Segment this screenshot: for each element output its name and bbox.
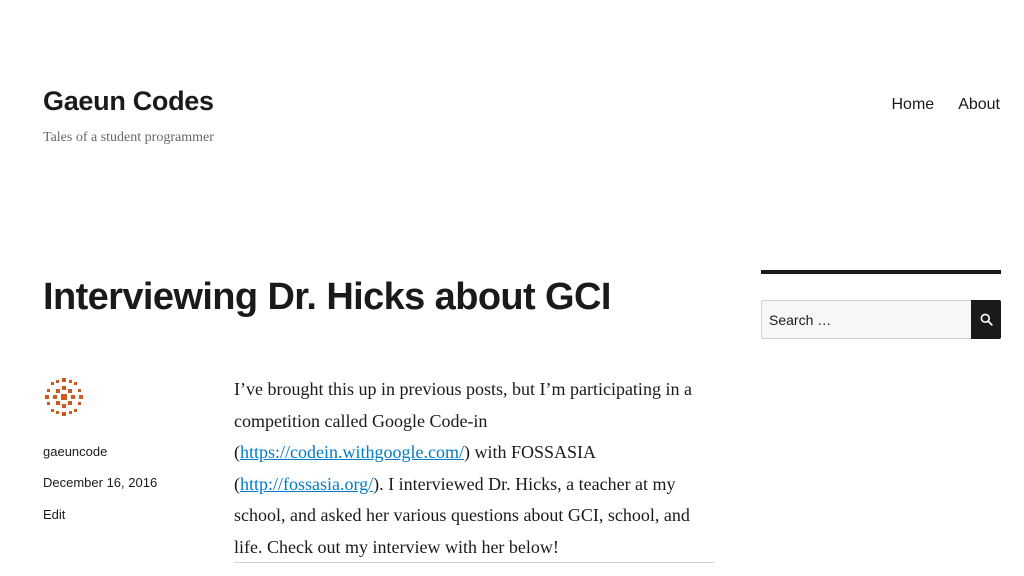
post-title: Interviewing Dr. Hicks about GCI bbox=[43, 276, 611, 318]
search-button[interactable] bbox=[971, 300, 1001, 339]
author-link[interactable]: gaeuncode bbox=[43, 444, 107, 459]
post-date-link[interactable]: December 16, 2016 bbox=[43, 475, 157, 490]
edit-link[interactable]: Edit bbox=[43, 507, 65, 522]
site-title[interactable]: Gaeun Codes bbox=[43, 86, 214, 117]
author-avatar[interactable] bbox=[43, 376, 85, 418]
search-icon bbox=[980, 313, 993, 326]
search-form bbox=[761, 300, 1001, 339]
nav-item-about[interactable]: About bbox=[958, 96, 1000, 114]
search-input[interactable] bbox=[761, 300, 971, 339]
widget-top-border bbox=[761, 270, 1001, 274]
nav-item-home[interactable]: Home bbox=[892, 96, 935, 114]
post-paragraph: I’ve brought this up in previous posts, … bbox=[234, 374, 714, 564]
site-description: Tales of a student programmer bbox=[43, 130, 214, 145]
content-divider bbox=[234, 562, 714, 563]
codein-link[interactable]: https://codein.withgoogle.com/ bbox=[240, 442, 464, 462]
fossasia-link[interactable]: http://fossasia.org/ bbox=[240, 474, 373, 494]
main-navigation: Home About bbox=[892, 96, 1001, 114]
